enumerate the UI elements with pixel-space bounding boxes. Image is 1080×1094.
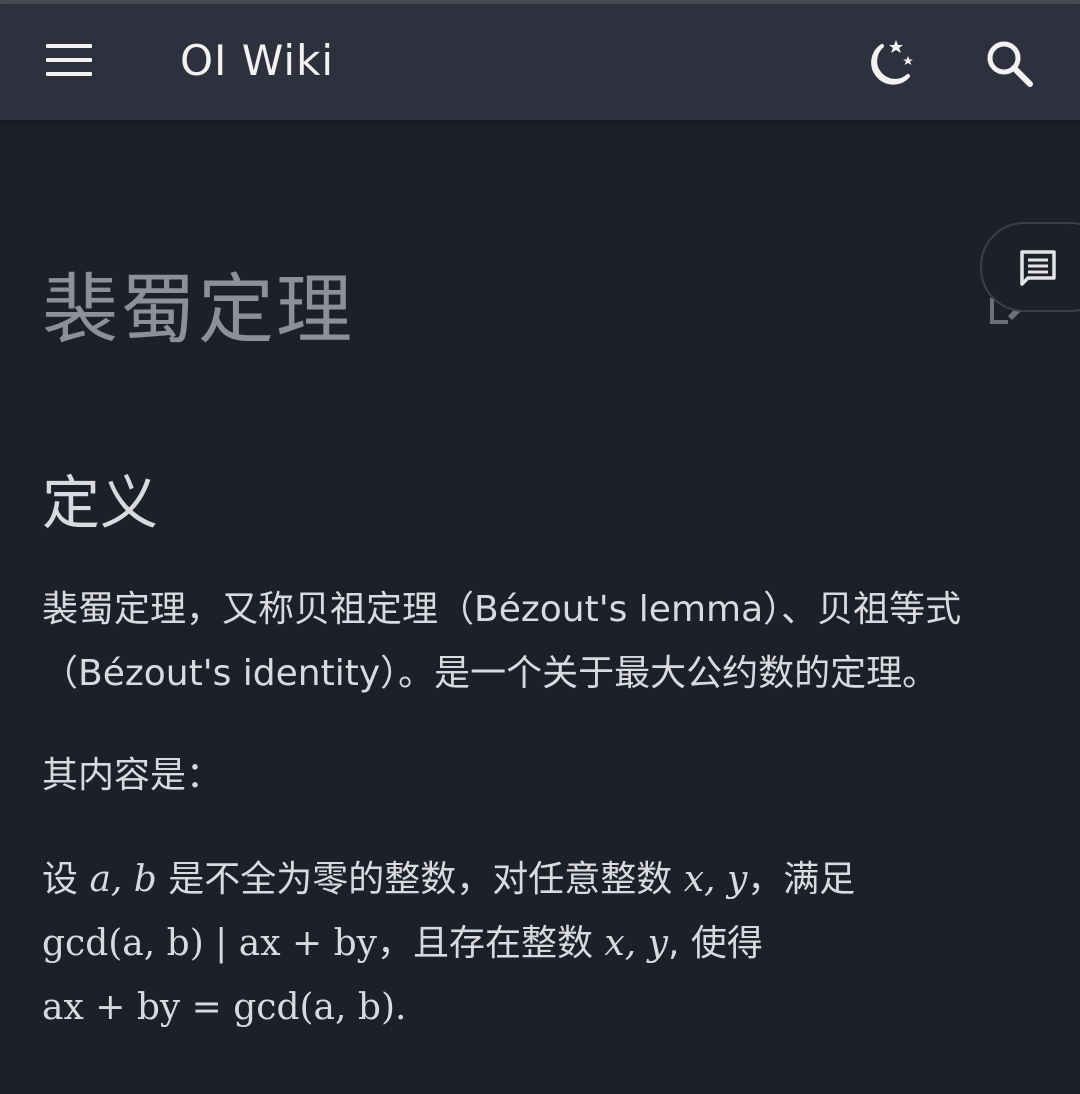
- statement-text: , 使得: [667, 923, 763, 964]
- definition-line-1: 裴蜀定理，又称贝祖定理（Bézout's lemma）、贝祖等式: [42, 589, 962, 630]
- math-xy: x, y: [683, 859, 748, 900]
- math-bezout-equation: ax + by = gcd(a, b).: [42, 987, 407, 1028]
- app-bar: OI Wiki: [0, 4, 1080, 120]
- theorem-statement: 设 a, b 是不全为零的整数，对任意整数 x, y，满足 gcd(a, b) …: [42, 848, 1042, 1040]
- page-title: 裴蜀定理: [42, 265, 354, 354]
- definition-paragraph: 裴蜀定理，又称贝祖定理（Bézout's lemma）、贝祖等式 （Bézout…: [42, 578, 1042, 706]
- math-xy-2: x, y: [604, 923, 668, 964]
- section-heading: 定义: [42, 469, 159, 537]
- statement-text: 设: [42, 859, 90, 900]
- comment-icon: [1020, 250, 1056, 286]
- math-gcd-divides: gcd(a, b) | ax + by: [42, 923, 377, 964]
- site-title[interactable]: OI Wiki: [180, 36, 334, 85]
- statement-text: 是不全为零的整数，对任意整数: [156, 859, 684, 900]
- hamburger-menu-icon[interactable]: [46, 42, 94, 82]
- comment-button[interactable]: [980, 222, 1080, 312]
- search-icon[interactable]: [982, 36, 1038, 92]
- content-intro: 其内容是：: [42, 755, 223, 796]
- statement-text: ，且存在整数: [376, 923, 605, 964]
- definition-line-2: （Bézout's identity）。是一个关于最大公约数的定理。: [42, 653, 939, 694]
- statement-text: ，满足: [747, 859, 856, 900]
- math-ab: a, b: [89, 859, 157, 900]
- moon-stars-icon[interactable]: [858, 34, 918, 94]
